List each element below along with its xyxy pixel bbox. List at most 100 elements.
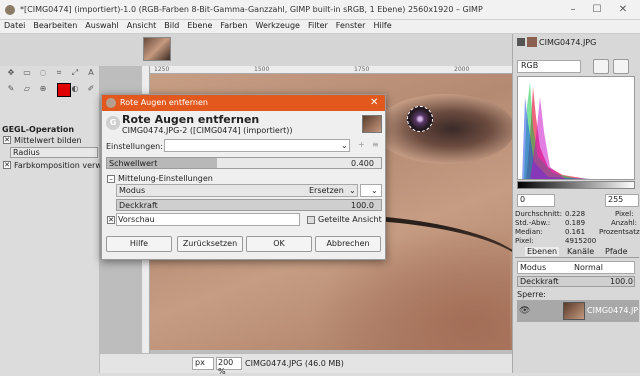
clone-tool-icon[interactable]: ⊕ [38, 84, 48, 94]
stat-label: Anzahl: [611, 219, 637, 227]
dock-image-icon[interactable] [517, 38, 525, 46]
farbkomposition-checkbox[interactable]: ✕ [3, 161, 11, 169]
modus-label: Modus [119, 186, 146, 195]
toolbox: ✥ ▭ ◌ ⌗ ⤢ A ✎ ▱ ⊕ ☝ ◐ ✐ GEGL-Operation ✕… [0, 66, 112, 373]
maximize-button[interactable]: ☐ [590, 3, 604, 17]
right-dock: CIMG0474.JPG RGB 0 255 Durchschnitt: Std… [512, 34, 640, 373]
menu-auswahl[interactable]: Auswahl [81, 20, 122, 30]
crop-tool-icon[interactable]: ⌗ [54, 68, 64, 78]
vorschau-field: Vorschau [116, 213, 300, 226]
histogram-log-button[interactable] [613, 59, 629, 74]
layer-name: CIMG0474.JP [587, 306, 639, 315]
status-bar: px 200 % CIMG0474.JPG (46.0 MB) [100, 353, 512, 376]
dodge-tool-icon[interactable]: ◐ [70, 84, 80, 94]
dialog-title: Rote Augen entfernen [120, 98, 208, 107]
menu-bearbeiten[interactable]: Bearbeiten [29, 20, 81, 30]
channel-value: RGB [521, 61, 539, 70]
image-tab-thumbnail[interactable] [143, 37, 171, 61]
histogram-svg [522, 82, 592, 179]
unit-select[interactable]: px [192, 357, 214, 370]
layer-mode-value: Normal [574, 263, 603, 272]
add-preset-icon[interactable]: + [358, 140, 365, 149]
radius-slider[interactable]: Radius [10, 147, 98, 158]
unit-value: px [195, 358, 205, 367]
gimp-logo-icon [106, 98, 116, 108]
range-min-input[interactable]: 0 [517, 194, 555, 207]
deckkraft-slider[interactable]: Deckkraft 100.0 [116, 199, 382, 211]
stat-value: 0.161 [565, 228, 586, 236]
layer-mode-select[interactable]: Modus Normal [517, 261, 635, 274]
abbrechen-button[interactable]: Abbrechen [315, 236, 381, 252]
vorschau-checkbox[interactable]: ✕ [107, 216, 115, 224]
paint-tool-icon[interactable]: ✎ [6, 84, 16, 94]
dock-thumbnail [527, 37, 537, 47]
picker-tool-icon[interactable]: ✐ [86, 84, 96, 94]
foreground-color-swatch[interactable] [57, 83, 71, 97]
radius-label: Radius [13, 148, 40, 157]
horizontal-ruler: 1250 1500 1750 2000 [150, 66, 512, 74]
histogram-gradient-bar [517, 181, 635, 189]
text-tool-icon[interactable]: A [86, 68, 96, 78]
menu-werkzeuge[interactable]: Werkzeuge [252, 20, 304, 30]
schwellwert-slider[interactable]: Schwellwert 0.400 [106, 157, 382, 169]
move-tool-icon[interactable]: ✥ [6, 68, 16, 78]
menu-fenster[interactable]: Fenster [332, 20, 370, 30]
stat-label: Pixel: [615, 210, 634, 218]
histogram-linear-button[interactable] [593, 59, 609, 74]
zuruecksetzen-button[interactable]: Zurücksetzen [177, 236, 243, 252]
window-title: *[CIMG0474] (importiert)-1.0 (RGB-Farben… [20, 5, 483, 14]
menu-farben[interactable]: Farben [216, 20, 251, 30]
tab-ebenen[interactable]: Ebenen [525, 247, 560, 256]
dialog-heading: Rote Augen entfernen [122, 113, 260, 126]
menu-ansicht[interactable]: Ansicht [123, 20, 161, 30]
layer-opacity-slider[interactable]: Deckkraft 100.0 [517, 276, 635, 287]
tab-pfade[interactable]: Pfade [605, 247, 628, 256]
stat-label: Prozentsatz: [599, 228, 640, 236]
red-eye-removal-dialog: Rote Augen entfernen ✕ G Rote Augen entf… [101, 94, 386, 260]
deckkraft-value: 100.0 [351, 201, 374, 210]
tab-kanaele[interactable]: Kanäle [567, 247, 594, 256]
range-max-input[interactable]: 255 [605, 194, 639, 207]
eraser-tool-icon[interactable]: ▱ [22, 84, 32, 94]
eye-area [375, 94, 512, 164]
menu-filter[interactable]: Filter [304, 20, 332, 30]
layer-row[interactable]: 👁 CIMG0474.JP [517, 300, 639, 322]
menu-hilfe[interactable]: Hilfe [369, 20, 395, 30]
collapse-section-icon[interactable]: – [107, 175, 115, 183]
ruler-tick: 1250 [154, 66, 170, 73]
preset-menu-icon[interactable]: ≡ [372, 140, 379, 149]
minimize-button[interactable]: – [566, 3, 580, 17]
ruler-tick: 1500 [254, 66, 270, 73]
menu-bild[interactable]: Bild [160, 20, 183, 30]
lock-label: Sperre: [517, 290, 546, 299]
geteilte-ansicht-checkbox[interactable] [307, 216, 315, 224]
stat-label: Durchschnitt: [515, 210, 562, 218]
mittelwert-checkbox[interactable]: ✕ [3, 136, 11, 144]
zoom-select[interactable]: 200 % [216, 357, 242, 376]
layer-opacity-label: Deckkraft [520, 277, 559, 286]
layer-opacity-value: 100.0 [610, 277, 633, 286]
dialog-close-icon[interactable]: ✕ [370, 97, 378, 108]
rect-select-tool-icon[interactable]: ▭ [22, 68, 32, 78]
pupil-selection[interactable] [407, 106, 433, 132]
einstellungen-select[interactable]: ⌄ [164, 139, 350, 152]
lasso-tool-icon[interactable]: ◌ [38, 68, 48, 78]
ok-button[interactable]: OK [246, 236, 312, 252]
range-min-value: 0 [520, 195, 526, 204]
transform-tool-icon[interactable]: ⤢ [70, 68, 80, 78]
modus-extra-select[interactable]: ⌄ [360, 184, 382, 197]
histogram-channel-select[interactable]: RGB [517, 60, 581, 73]
menu-ebene[interactable]: Ebene [183, 20, 216, 30]
dialog-titlebar: Rote Augen entfernen ✕ [102, 95, 385, 111]
close-button[interactable]: ✕ [616, 3, 630, 17]
stat-value: 0.189 [565, 219, 586, 227]
eye-visibility-icon[interactable]: 👁 [519, 306, 530, 316]
status-file-info: CIMG0474.JPG (46.0 MB) [245, 359, 344, 368]
hilfe-button[interactable]: Hilfe [106, 236, 172, 252]
menu-datei[interactable]: Datei [0, 20, 29, 30]
ruler-tick: 2000 [454, 66, 470, 73]
dock-tabs: Ebenen Kanäle Pfade [515, 246, 639, 258]
farbkomposition-label: Farbkomposition verwen [14, 161, 112, 170]
modus-select[interactable]: Modus Ersetzen ⌄ [116, 184, 358, 197]
window-titlebar: *[CIMG0474] (importiert)-1.0 (RGB-Farben… [0, 0, 640, 20]
